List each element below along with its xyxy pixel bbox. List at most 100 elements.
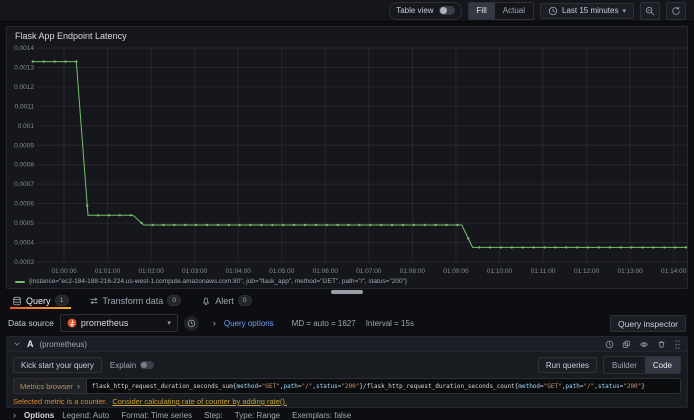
prometheus-icon	[67, 318, 77, 328]
table-view-toggle[interactable]: Table view	[389, 1, 462, 20]
data-point	[336, 223, 339, 227]
promql-token: "/"	[301, 382, 313, 390]
promql-token: status	[316, 382, 338, 390]
chevron-right-icon: ›	[76, 380, 80, 391]
query-options-toggle[interactable]: Query options	[224, 319, 274, 328]
data-point	[401, 223, 405, 227]
zoom-out-button[interactable]	[640, 1, 660, 20]
builder-button[interactable]: Builder	[604, 357, 645, 373]
data-point	[543, 246, 546, 249]
query-history-button[interactable]	[605, 340, 614, 349]
run-queries-button[interactable]: Run queries	[537, 357, 597, 373]
data-point	[674, 246, 677, 249]
promql-token: "GET"	[543, 382, 562, 390]
x-tick-label: 01:06:00	[313, 268, 339, 275]
data-point	[194, 223, 198, 227]
chevron-right-icon: ›	[13, 410, 16, 420]
refresh-button[interactable]	[666, 1, 686, 20]
chart-legend[interactable]: {instance="ec2-184-188-216-224.us-west-1…	[15, 278, 407, 285]
y-tick-label: 0.0011	[15, 103, 35, 110]
metrics-browser-button[interactable]: Metrics browser ›	[13, 378, 86, 394]
latency-chart-svg[interactable]: 0.0014 0.0013 0.0012 0.0011 0.001 0.0009 0.000…	[7, 41, 689, 277]
chevron-down-icon	[14, 342, 20, 346]
query-options-section: › Query options MD = auto = 1627 Interval…	[212, 317, 414, 328]
options-summary: Legend: Auto Format: Time series Step: Type…	[62, 411, 363, 420]
data-point	[510, 246, 513, 249]
data-point	[325, 223, 328, 227]
tab-query-label: Query	[26, 295, 51, 306]
summary-item: Format: Time series	[121, 411, 193, 420]
promql-code-input[interactable]: flask_http_request_duration_seconds_sum{…	[85, 378, 681, 394]
datasource-picker[interactable]: prometheus ▾	[59, 314, 178, 332]
x-tick-label: 01:03:00	[182, 268, 208, 275]
data-point	[467, 237, 470, 240]
explain-switch[interactable]	[140, 361, 155, 369]
datasource-help-button[interactable]	[183, 315, 199, 331]
latency-series-line	[32, 61, 687, 248]
actual-button[interactable]: Actual	[495, 3, 533, 19]
x-tick-label: 01:08:00	[400, 268, 426, 275]
drag-handle[interactable]	[674, 339, 681, 350]
fill-actual-group: Fill Actual	[467, 1, 534, 20]
database-icon	[13, 296, 21, 305]
tab-alert-label: Alert	[215, 295, 234, 306]
tab-transform-count: 0	[167, 295, 182, 306]
y-tick-label: 0.0008	[14, 162, 34, 169]
datasource-value: prometheus	[80, 318, 129, 328]
time-range-picker[interactable]: Last 15 minutes ▾	[540, 2, 634, 19]
tab-transform[interactable]: Transform data 0	[87, 292, 184, 309]
datasource-bar: Data source prometheus ▾ › Query options…	[8, 313, 686, 333]
y-tick-label: 0.0003	[14, 259, 34, 266]
clock-icon	[548, 6, 558, 15]
table-view-switch[interactable]	[438, 6, 455, 15]
data-point	[390, 223, 394, 227]
y-tick-label: 0.001	[18, 123, 35, 130]
query-row-header[interactable]: A (prometheus)	[7, 337, 687, 352]
counter-warning: Selected metric is a counter. Consider c…	[7, 394, 687, 406]
options-row[interactable]: › Options Legend: Auto Format: Time serie…	[7, 406, 687, 420]
y-tick-label: 0.0013	[14, 64, 34, 71]
x-tick-label: 01:13:00	[617, 268, 643, 275]
data-point	[586, 246, 590, 249]
promql-token: }	[641, 382, 645, 390]
eye-icon	[640, 341, 648, 347]
trash-icon	[658, 341, 665, 347]
remove-query-button[interactable]	[657, 340, 666, 349]
data-point	[216, 223, 220, 227]
query-inspector-button[interactable]: Query inspector	[610, 315, 686, 333]
summary-item: Step:	[204, 411, 223, 420]
refresh-icon	[672, 6, 680, 15]
code-button[interactable]: Code	[644, 357, 680, 373]
data-point	[282, 223, 285, 227]
kick-start-button[interactable]: Kick start your query	[13, 357, 102, 373]
data-point	[140, 221, 143, 225]
promql-token: method	[518, 382, 541, 390]
tab-query[interactable]: Query 1	[10, 292, 71, 309]
query-row-card: A (prometheus) Kick start your query Exp…	[6, 336, 688, 420]
fill-button[interactable]: Fill	[468, 2, 495, 19]
summary-item: MD = auto = 1627	[291, 318, 356, 328]
data-point	[412, 223, 416, 227]
data-point	[303, 223, 307, 227]
add-rate-link[interactable]: Consider calculating rate of counter by …	[112, 397, 287, 406]
data-point	[532, 246, 535, 249]
x-tick-label: 01:11:00	[531, 268, 556, 275]
chevron-right-icon: ›	[212, 317, 216, 328]
promql-token: status	[597, 382, 620, 390]
data-point	[608, 246, 611, 249]
promql-token: method	[236, 382, 259, 390]
tab-alert-count: 0	[237, 295, 252, 306]
data-point	[488, 246, 492, 249]
promql-token: "/"	[583, 382, 595, 390]
query-row-actions	[605, 339, 681, 350]
data-point	[663, 246, 666, 249]
tab-alert[interactable]: Alert 0	[199, 292, 254, 309]
hide-response-button[interactable]	[639, 340, 649, 349]
x-tick-label: 01:02:00	[138, 268, 164, 275]
data-point	[434, 223, 437, 227]
promql-token: "200"	[623, 382, 642, 390]
panel-edit-toolbar: Table view Fill Actual Last 15 minutes ▾	[0, 0, 694, 22]
data-point	[64, 60, 67, 63]
duplicate-query-button[interactable]	[622, 340, 631, 349]
data-point	[445, 223, 448, 227]
